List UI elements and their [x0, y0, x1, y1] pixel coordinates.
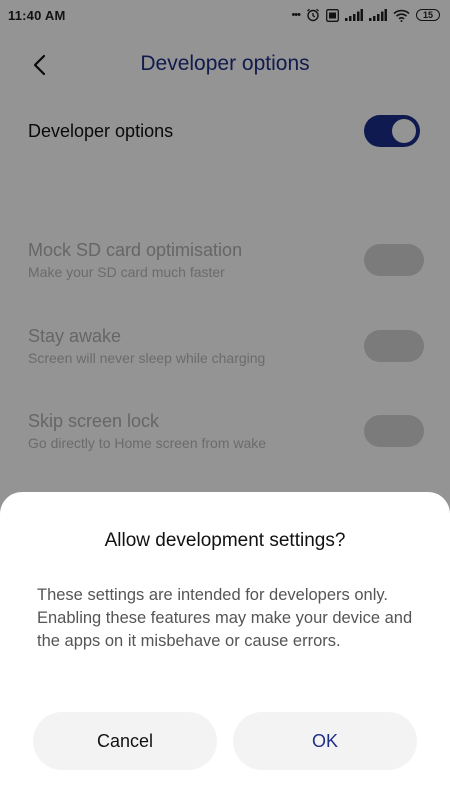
screen: 11:40 AM ••• 15 Developer options Develo…	[0, 0, 450, 800]
cancel-button[interactable]: Cancel	[33, 712, 217, 770]
dialog-message: These settings are intended for develope…	[37, 586, 413, 650]
ok-button[interactable]: OK	[233, 712, 417, 770]
dialog-title: Allow development settings?	[104, 530, 346, 551]
confirm-dialog: Allow development settings? These settin…	[0, 492, 450, 800]
